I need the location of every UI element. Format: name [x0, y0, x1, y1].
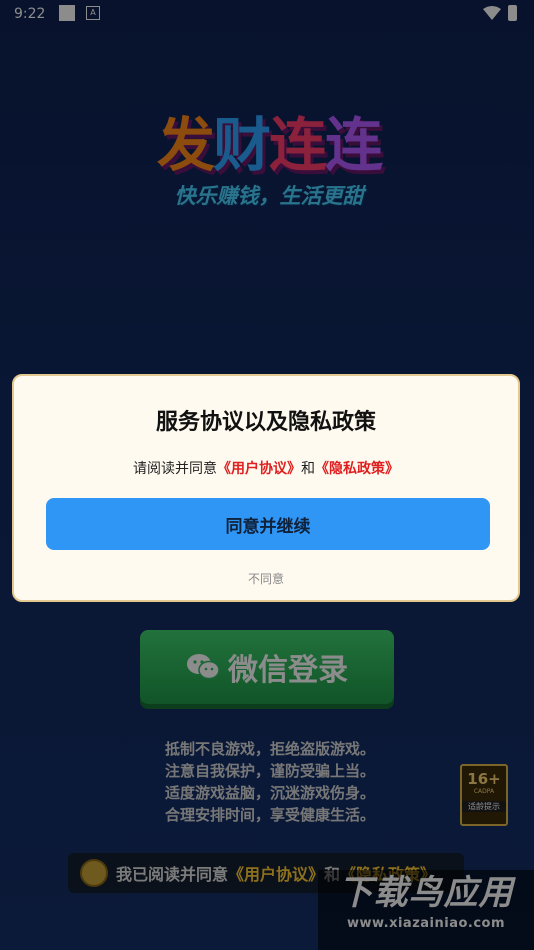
dialog-privacy-policy-link[interactable]: 《隐私政策》 — [315, 461, 399, 477]
dialog-message-prefix: 请阅读并同意 — [133, 461, 217, 477]
privacy-dialog: 服务协议以及隐私政策 请阅读并同意《用户协议》和《隐私政策》 同意并继续 不同意 — [12, 374, 520, 602]
disagree-button[interactable]: 不同意 — [14, 570, 518, 587]
dialog-user-agreement-link[interactable]: 《用户协议》 — [217, 461, 301, 477]
dialog-title: 服务协议以及隐私政策 — [155, 410, 376, 435]
dialog-message-and: 和 — [301, 461, 315, 477]
agree-continue-button[interactable]: 同意并继续 — [46, 498, 490, 550]
dialog-message: 请阅读并同意《用户协议》和《隐私政策》 — [14, 458, 518, 478]
